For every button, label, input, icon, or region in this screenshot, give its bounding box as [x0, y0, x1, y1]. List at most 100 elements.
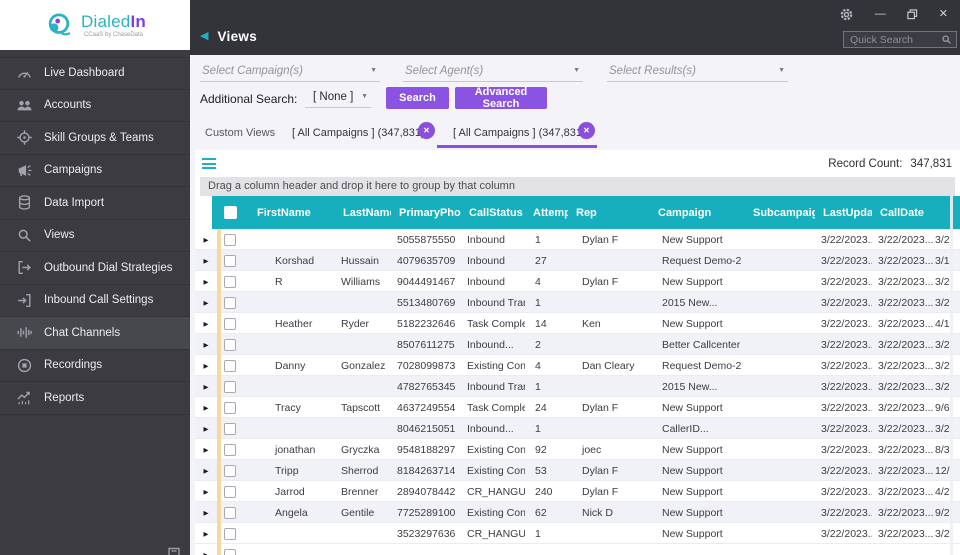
cell-callstatus: Inbound Transfer	[467, 380, 525, 393]
tab-all-campaigns-2[interactable]: [ All Campaigns ] (347,831)	[453, 127, 586, 139]
search-icon[interactable]	[941, 34, 952, 45]
column-header-rep[interactable]: Rep	[568, 207, 650, 219]
sidebar-item-campaigns[interactable]: Campaigns	[0, 155, 190, 187]
row-checkbox[interactable]	[221, 506, 249, 519]
row-checkbox[interactable]	[221, 380, 249, 393]
search-button[interactable]: Search	[386, 87, 449, 109]
row-checkbox[interactable]	[221, 233, 249, 246]
select-all-checkbox[interactable]	[221, 206, 249, 219]
row-expand-icon[interactable]: ▶	[195, 278, 217, 286]
cell-primaryphoi: 8046215051	[397, 422, 456, 435]
back-arrow-icon[interactable]: ◀	[200, 31, 208, 42]
table-row[interactable]: ▶ 8507611275 Inbound... 2 Better Callcenter 3…	[195, 334, 960, 355]
sidebar-item-inbound-call-settings[interactable]: Inbound Call Settings	[0, 285, 190, 317]
scrollbar-divider[interactable]	[950, 196, 953, 555]
column-header-calldate[interactable]: CallDate	[872, 207, 935, 219]
tab-custom-views[interactable]: Custom Views	[205, 127, 275, 139]
campaign-select[interactable]: Select Campaign(s) ▼	[200, 61, 380, 82]
row-expand-icon[interactable]: ▶	[195, 320, 217, 328]
table-row[interactable]: ▶ Tracy Tapscott 4637249554 Task Completed 24…	[195, 397, 960, 418]
table-row[interactable]: ▶ Angela Gentile 7725289100 Existing Contact…	[195, 502, 960, 523]
row-checkbox[interactable]	[221, 254, 249, 267]
results-select[interactable]: Select Results(s) ▼	[607, 61, 788, 82]
sidebar-item-chat-channels[interactable]: Chat Channels	[0, 317, 190, 350]
group-by-drop-zone[interactable]: Drag a column header and drop it here to…	[200, 177, 955, 196]
row-expand-icon[interactable]: ▶	[195, 362, 217, 370]
row-expand-icon[interactable]: ▶	[195, 446, 217, 454]
cell-lastupdatec: 3/22/2023...	[821, 359, 872, 372]
row-checkbox[interactable]	[221, 527, 249, 540]
row-checkbox[interactable]	[221, 359, 249, 372]
row-checkbox[interactable]	[221, 317, 249, 330]
row-expand-icon[interactable]: ▶	[195, 551, 217, 555]
row-expand-icon[interactable]: ▶	[195, 488, 217, 496]
table-row[interactable]: ▶ 8046215051 Inbound... 1 CallerID... 3/22/20…	[195, 418, 960, 439]
row-expand-icon[interactable]: ▶	[195, 530, 217, 538]
column-header-primaryphoi[interactable]: PrimaryPhoi	[391, 207, 461, 219]
table-row[interactable]: ▶ Tripp Sherrod 8184263714 Existing Contact 5…	[195, 460, 960, 481]
table-row[interactable]: ▶ Danny Gonzalez 7028099873 Existing Contact…	[195, 355, 960, 376]
sidebar-item-recordings[interactable]: Recordings	[0, 350, 190, 382]
row-checkbox[interactable]	[221, 296, 249, 309]
table-row[interactable]: ▶ 5513480769 Inbound Transfer 1 2015 New... 3…	[195, 292, 960, 313]
row-checkbox[interactable]	[221, 401, 249, 414]
sidebar-item-reports[interactable]: Reports	[0, 382, 190, 415]
row-checkbox[interactable]	[221, 548, 249, 555]
row-expand-icon[interactable]: ▶	[195, 257, 217, 265]
row-checkbox[interactable]	[221, 338, 249, 351]
table-row[interactable]: ▶ Jarrod Brenner 2894078442 CR_HANGUP 240 Dyla…	[195, 481, 960, 502]
column-header-callstatus[interactable]: CallStatus	[461, 207, 525, 219]
column-header-subcampaig[interactable]: Subcampaig	[745, 207, 815, 219]
tab-close-icon[interactable]: ✕	[418, 122, 435, 139]
additional-search-select[interactable]: [ None ] ▼	[305, 87, 371, 108]
cell-rep: joec	[582, 443, 602, 456]
table-row[interactable]: ▶	[195, 544, 960, 555]
row-expand-icon[interactable]: ▶	[195, 341, 217, 349]
row-checkbox[interactable]	[221, 464, 249, 477]
settings-gear-icon[interactable]	[839, 7, 854, 22]
tab-close-icon[interactable]: ✕	[578, 122, 595, 139]
sidebar-item-accounts[interactable]: Accounts	[0, 90, 190, 122]
close-icon[interactable]: ✕	[939, 9, 948, 20]
table-row[interactable]: ▶ jonathan Gryczka 9548188297 Existing Conta…	[195, 439, 960, 460]
brand-tagline: CCaaS by ChaseData	[83, 31, 143, 38]
row-checkbox[interactable]	[221, 275, 249, 288]
row-checkbox[interactable]	[221, 485, 249, 498]
cell-primaryphoi: 7725289100	[397, 506, 456, 519]
sidebar-item-skill-groups-teams[interactable]: Skill Groups & Teams	[0, 122, 190, 155]
table-row[interactable]: ▶ Korshad Hussain 4079635709 Inbound 27 Reques…	[195, 250, 960, 271]
row-expand-icon[interactable]: ▶	[195, 383, 217, 391]
table-row[interactable]: ▶ 4782765345 Inbound Transfer 1 2015 New... 3…	[195, 376, 960, 397]
sidebar-item-outbound-dial-strategies[interactable]: Outbound Dial Strategies	[0, 252, 190, 285]
row-expand-icon[interactable]: ▶	[195, 509, 217, 517]
restore-window-icon[interactable]	[907, 9, 918, 20]
row-expand-icon[interactable]: ▶	[195, 425, 217, 433]
sidebar-collapse-icon[interactable]	[167, 546, 181, 555]
column-header-attempt[interactable]: Attempt	[525, 207, 568, 219]
column-header-lastname[interactable]: LastName	[335, 207, 391, 219]
cell-rep: Dylan F	[582, 485, 619, 498]
row-expand-icon[interactable]: ▶	[195, 236, 217, 244]
table-row[interactable]: ▶ 5055875550 Inbound 1 Dylan F New Support 3/2…	[195, 229, 960, 250]
table-row[interactable]: ▶ 3523297636 CR_HANGUP 1 New Support 3/22/202…	[195, 523, 960, 544]
grid-menu-icon[interactable]	[202, 158, 216, 172]
column-header-campaign[interactable]: Campaign	[650, 207, 745, 219]
row-expand-icon[interactable]: ▶	[195, 467, 217, 475]
sidebar-item-live-dashboard[interactable]: Live Dashboard	[0, 57, 190, 90]
sidebar-item-views[interactable]: Views	[0, 220, 190, 252]
column-header-firstname[interactable]: FirstName	[249, 207, 335, 219]
row-expand-icon[interactable]: ▶	[195, 404, 217, 412]
row-expand-icon[interactable]: ▶	[195, 299, 217, 307]
advanced-search-button[interactable]: Advanced Search	[455, 86, 547, 110]
tab-all-campaigns-1[interactable]: [ All Campaigns ] (347,831)	[292, 127, 425, 139]
quick-search-input[interactable]	[848, 32, 941, 47]
agent-select[interactable]: Select Agent(s) ▼	[403, 61, 583, 82]
minimize-icon[interactable]: —	[875, 9, 886, 20]
row-checkbox[interactable]	[221, 422, 249, 435]
row-checkbox[interactable]	[221, 443, 249, 456]
cell-rep: Dylan F	[582, 233, 619, 246]
table-row[interactable]: ▶ R Williams 9044491467 Inbound 4 Dylan F New S…	[195, 271, 960, 292]
column-header-lastupdatec[interactable]: LastUpdatec	[815, 207, 872, 219]
table-row[interactable]: ▶ Heather Ryder 5182232646 Task Completed 14 K…	[195, 313, 960, 334]
sidebar-item-data-import[interactable]: Data Import	[0, 187, 190, 220]
